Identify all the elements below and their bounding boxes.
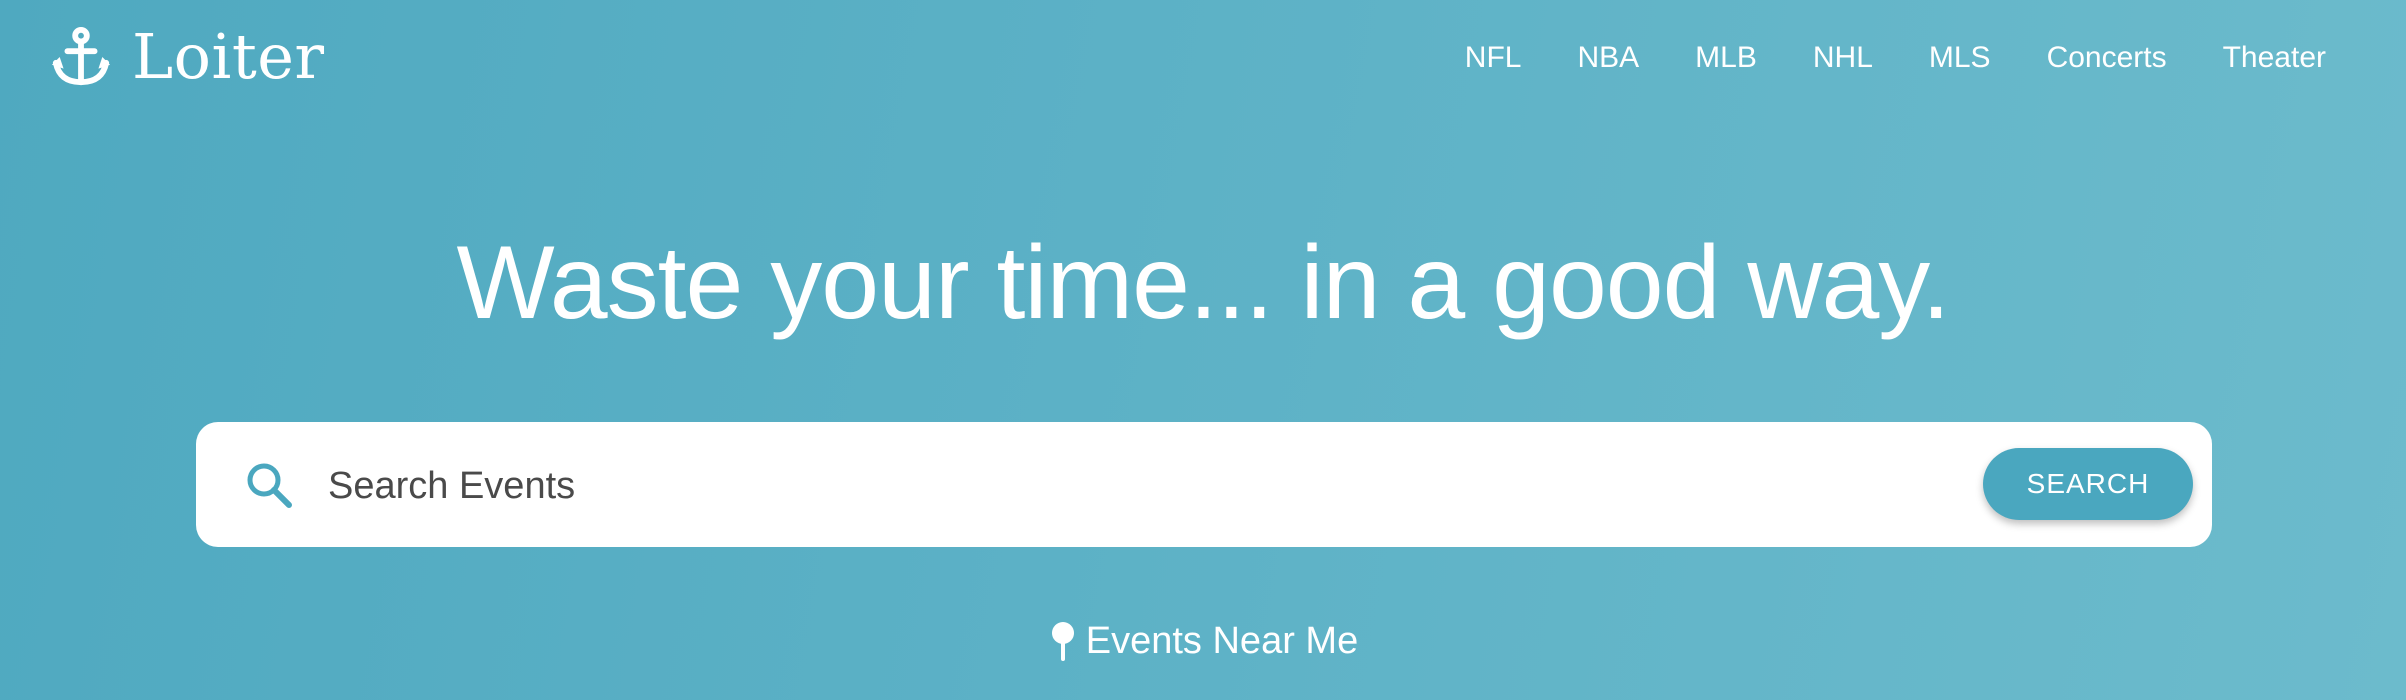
site-header: Loiter NFL NBA MLB NHL MLS Concerts Thea…	[0, 0, 2406, 120]
logo[interactable]: Loiter	[50, 22, 325, 92]
events-near-me-link[interactable]: Events Near Me	[0, 620, 2406, 663]
nav-item-nba[interactable]: NBA	[1577, 34, 1639, 82]
events-near-me-label: Events Near Me	[1085, 620, 1359, 662]
search-bar: SEARCH	[196, 422, 2212, 547]
nav-item-theater[interactable]: Theater	[2223, 34, 2326, 82]
nav-item-mls[interactable]: MLS	[1929, 34, 1991, 82]
anchor-icon	[51, 26, 111, 86]
top-nav: NFL NBA MLB NHL MLS Concerts Theater	[1465, 34, 2326, 82]
nav-item-nfl[interactable]: NFL	[1465, 34, 1522, 82]
hero-title: Waste your time... in a good way.	[456, 225, 1951, 341]
brand-name: Loiter	[132, 20, 325, 93]
pin-icon	[1051, 621, 1074, 661]
nav-item-concerts[interactable]: Concerts	[2047, 34, 2167, 82]
nav-item-nhl[interactable]: NHL	[1813, 34, 1873, 82]
search-button[interactable]: SEARCH	[1983, 448, 2193, 520]
search-input[interactable]	[326, 450, 2130, 522]
search-icon	[247, 463, 292, 508]
nav-item-mlb[interactable]: MLB	[1695, 34, 1757, 82]
